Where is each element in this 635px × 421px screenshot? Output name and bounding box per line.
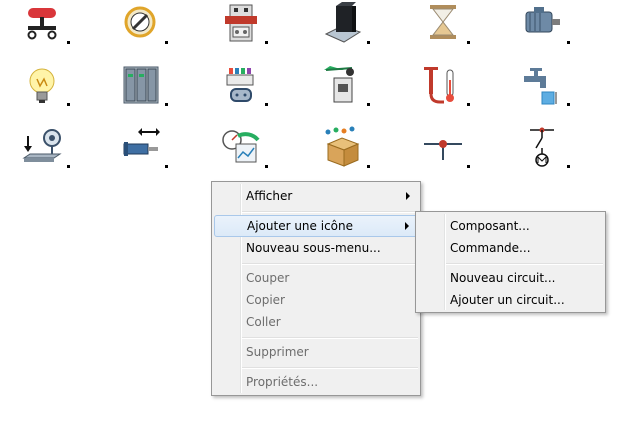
hourglass-icon[interactable] <box>422 2 470 46</box>
icon-grid <box>0 0 635 180</box>
menu-item-copier[interactable]: Copier <box>214 289 418 311</box>
menu-item-label: Commande... <box>450 241 531 255</box>
menu-separator <box>242 263 418 265</box>
terminal-block-icon[interactable] <box>220 64 268 108</box>
menu-item-coller[interactable]: Coller <box>214 311 418 333</box>
pressure-sensor-icon[interactable] <box>22 126 70 170</box>
rack-panel-icon[interactable] <box>120 64 168 108</box>
pipe-junction-icon[interactable] <box>422 126 470 170</box>
menu-separator <box>242 211 418 213</box>
submenu-item-ajouter-circuit[interactable]: Ajouter un circuit... <box>418 289 603 311</box>
menu-item-label: Couper <box>246 271 290 285</box>
no-entry-icon[interactable] <box>120 2 168 46</box>
menu-item-label: Copier <box>246 293 285 307</box>
faucet-icon[interactable] <box>522 64 570 108</box>
menu-separator <box>446 263 603 265</box>
menu-item-label: Ajouter un circuit... <box>450 293 565 307</box>
context-menu: Afficher Ajouter une icône Nouveau sous-… <box>211 181 421 396</box>
menu-item-afficher[interactable]: Afficher <box>214 185 418 207</box>
gauge-chart-icon[interactable] <box>220 126 268 170</box>
pump-thermometer-icon[interactable] <box>422 64 470 108</box>
limit-switch-icon[interactable] <box>322 64 370 108</box>
menu-separator <box>242 337 418 339</box>
box-components-icon[interactable] <box>322 126 370 170</box>
submenu-arrow-icon <box>405 222 409 230</box>
menu-item-label: Ajouter une icône <box>247 219 353 233</box>
submenu-item-commande[interactable]: Commande... <box>418 237 603 259</box>
motor-icon[interactable] <box>522 2 570 46</box>
menu-item-ajouter-icone[interactable]: Ajouter une icône <box>214 215 418 237</box>
menu-item-label: Supprimer <box>246 345 309 359</box>
motor-switch-icon[interactable] <box>522 126 570 170</box>
menu-item-label: Afficher <box>246 189 293 203</box>
menu-item-supprimer[interactable]: Supprimer <box>214 341 418 363</box>
menu-item-nouveau-sous-menu[interactable]: Nouveau sous-menu... <box>214 237 418 259</box>
submenu-item-composant[interactable]: Composant... <box>418 215 603 237</box>
submenu: Composant... Commande... Nouveau circuit… <box>415 211 606 313</box>
menu-item-label: Nouveau sous-menu... <box>246 241 381 255</box>
light-bulb-icon[interactable] <box>22 64 70 108</box>
red-button-icon[interactable] <box>22 2 70 46</box>
menu-item-label: Composant... <box>450 219 530 233</box>
ink-bottle-icon[interactable] <box>322 2 370 46</box>
menu-separator <box>242 367 418 369</box>
menu-item-proprietes[interactable]: Propriétés... <box>214 371 418 393</box>
contactor-icon[interactable] <box>220 2 268 46</box>
submenu-arrow-icon <box>406 192 410 200</box>
cylinder-icon[interactable] <box>120 126 168 170</box>
menu-item-label: Nouveau circuit... <box>450 271 556 285</box>
menu-item-couper[interactable]: Couper <box>214 267 418 289</box>
menu-item-label: Propriétés... <box>246 375 319 389</box>
menu-item-label: Coller <box>246 315 281 329</box>
submenu-item-nouveau-circuit[interactable]: Nouveau circuit... <box>418 267 603 289</box>
